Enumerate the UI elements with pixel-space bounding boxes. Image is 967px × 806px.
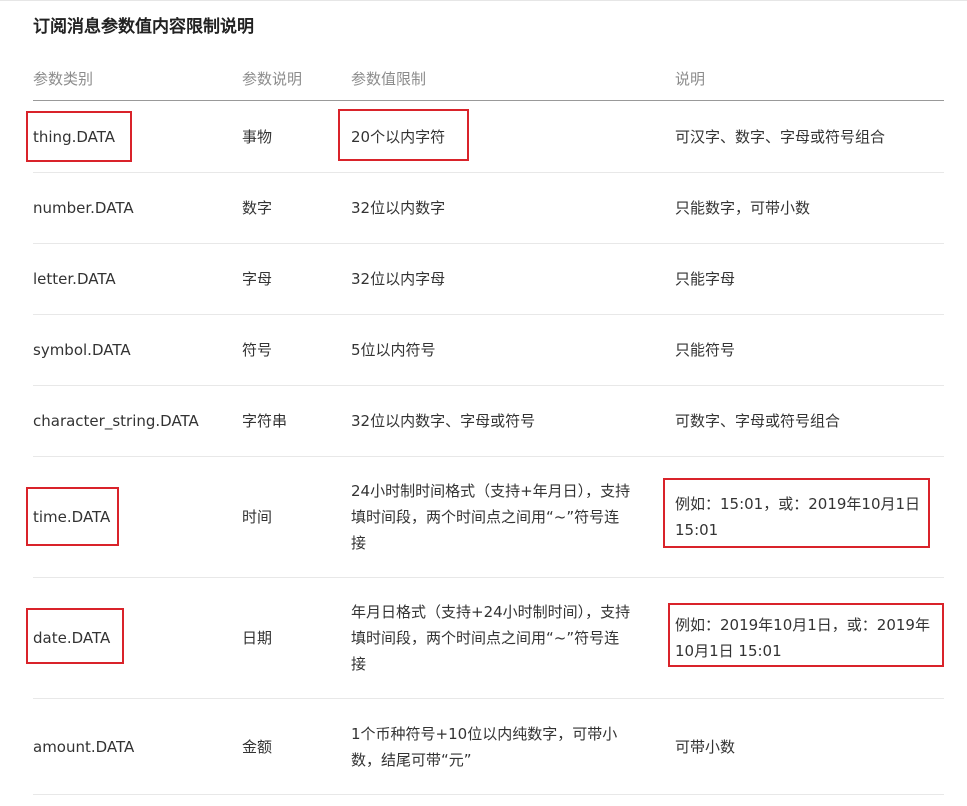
param-desc-cell: 日期 xyxy=(242,629,273,647)
header-param-desc: 参数说明 xyxy=(242,56,351,101)
param-type-text: time.DATA xyxy=(33,508,111,526)
param-limit-cell: 1个币种符号+10位以内纯数字，可带小数，结尾可带“元” xyxy=(351,724,618,769)
param-desc-cell: 字符串 xyxy=(242,412,288,430)
param-desc-cell: 数字 xyxy=(242,199,273,217)
param-type-cell: letter.DATA xyxy=(33,270,116,288)
param-type-cell: date.DATA xyxy=(26,608,242,664)
header-param-type: 参数类别 xyxy=(33,56,242,101)
table-row: date.DATA 日期 年月日格式（支持+24小时制时间），支持填时间段，两个… xyxy=(26,577,944,699)
param-type-cell: symbol.DATA xyxy=(33,341,131,359)
note-text: 例如：15:01，或：2019年10月1日 15:01 xyxy=(675,495,921,539)
parameter-limits-table: 参数类别 参数说明 参数值限制 说明 thing.DATA 事物 20个以内字符… xyxy=(26,56,944,795)
page-title: 订阅消息参数值内容限制说明 xyxy=(33,17,254,37)
param-type-cell: thing.DATA xyxy=(26,110,242,162)
param-desc-cell: 字母 xyxy=(242,270,273,288)
param-desc-cell: 金额 xyxy=(242,737,273,756)
note-text: 例如：2019年10月1日，或：2019年10月1日 15:01 xyxy=(675,616,930,660)
param-limit-cell: 32位以内字母 xyxy=(351,270,446,288)
table-row: letter.DATA 字母 32位以内字母 只能字母 xyxy=(33,243,944,315)
param-desc-cell: 符号 xyxy=(242,341,273,359)
param-limit-cell: 32位以内数字 xyxy=(351,199,446,217)
param-type-cell: number.DATA xyxy=(33,199,134,217)
param-type-text: date.DATA xyxy=(33,629,111,647)
header-note: 说明 xyxy=(675,56,944,101)
header-param-limit: 参数值限制 xyxy=(351,56,675,101)
param-limit-cell: 20个以内字符 xyxy=(338,108,675,161)
param-limit-cell: 5位以内符号 xyxy=(351,341,436,359)
param-limit-cell: 32位以内数字、字母或符号 xyxy=(351,412,536,430)
table-header-row: 参数类别 参数说明 参数值限制 说明 xyxy=(33,56,944,101)
note-cell: 例如：2019年10月1日，或：2019年10月1日 15:01 xyxy=(668,603,944,667)
note-cell: 只能字母 xyxy=(675,270,736,288)
note-cell: 可带小数 xyxy=(675,737,736,756)
table-row: character_string.DATA 字符串 32位以内数字、字母或符号 … xyxy=(33,385,944,457)
param-limit-text: 20个以内字符 xyxy=(351,127,446,146)
table-row: symbol.DATA 符号 5位以内符号 只能符号 xyxy=(33,314,944,386)
param-limit-cell: 年月日格式（支持+24小时制时间），支持填时间段，两个时间点之间用“~”符号连接 xyxy=(351,603,631,673)
note-cell: 可数字、字母或符号组合 xyxy=(675,412,841,430)
table-row: thing.DATA 事物 20个以内字符 可汉字、数字、字母或符号组合 xyxy=(26,100,944,173)
param-desc-cell: 时间 xyxy=(242,508,273,526)
param-type-cell: character_string.DATA xyxy=(33,412,199,430)
top-divider xyxy=(0,0,967,1)
param-type-cell: time.DATA xyxy=(26,487,242,546)
note-cell: 只能符号 xyxy=(675,341,736,359)
note-cell: 只能数字，可带小数 xyxy=(675,199,811,217)
table-row: number.DATA 数字 32位以内数字 只能数字，可带小数 xyxy=(33,172,944,244)
param-type-cell: amount.DATA xyxy=(33,737,135,756)
param-desc-cell: 事物 xyxy=(242,127,273,146)
note-cell: 例如：15:01，或：2019年10月1日 15:01 xyxy=(663,478,944,548)
param-limit-cell: 24小时制时间格式（支持+年月日），支持填时间段，两个时间点之间用“~”符号连接 xyxy=(351,482,631,552)
param-type-text: thing.DATA xyxy=(33,127,115,146)
table-row: amount.DATA 金额 1个币种符号+10位以内纯数字，可带小数，结尾可带… xyxy=(33,698,944,795)
table-row: time.DATA 时间 24小时制时间格式（支持+年月日），支持填时间段，两个… xyxy=(26,456,944,578)
note-cell: 可汉字、数字、字母或符号组合 xyxy=(675,127,886,146)
